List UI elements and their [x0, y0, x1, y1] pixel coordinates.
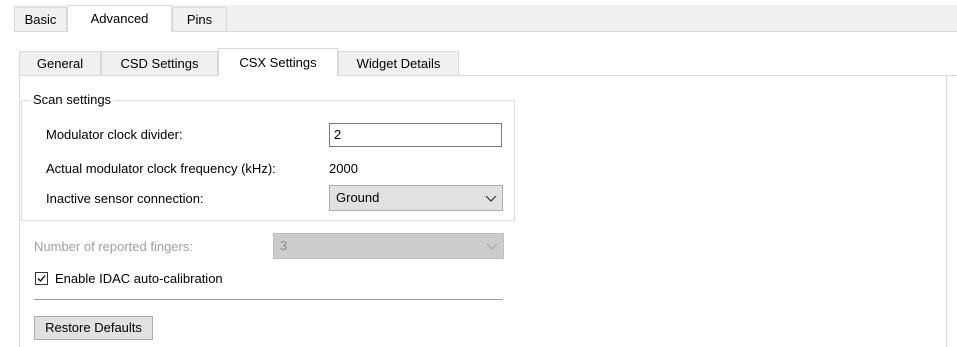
scan-settings-title: Scan settings	[30, 92, 115, 108]
tab-basic[interactable]: Basic	[14, 7, 67, 31]
sub-tab-strip-divider	[19, 75, 956, 76]
inactive-sensor-select[interactable]: Ground	[329, 185, 503, 211]
tab-general[interactable]: General	[19, 51, 101, 75]
sub-panel-left-border	[19, 75, 20, 347]
chevron-down-icon	[484, 186, 498, 210]
chevron-down-icon	[485, 234, 499, 258]
restore-defaults-button[interactable]: Restore Defaults	[34, 316, 153, 340]
modulator-divider-input[interactable]: 2	[329, 123, 502, 147]
inactive-sensor-value: Ground	[336, 190, 380, 205]
actual-frequency-value: 2000	[329, 161, 358, 176]
tab-widget-details[interactable]: Widget Details	[338, 51, 459, 75]
actual-frequency-label: Actual modulator clock frequency (kHz):	[46, 161, 276, 176]
properties-window: Basic Advanced Pins General CSD Settings…	[0, 0, 957, 347]
reported-fingers-select[interactable]: 3	[273, 233, 504, 259]
reported-fingers-value: 3	[280, 238, 288, 253]
tab-pins[interactable]: Pins	[172, 7, 227, 31]
idac-autocalibration-checkbox[interactable]	[35, 272, 48, 285]
inactive-sensor-label: Inactive sensor connection:	[46, 191, 204, 206]
tab-advanced[interactable]: Advanced	[67, 5, 172, 32]
reported-fingers-label: Number of reported fingers:	[34, 239, 193, 254]
tab-csx-settings[interactable]: CSX Settings	[218, 48, 338, 76]
separator	[34, 299, 503, 300]
tab-csd-settings[interactable]: CSD Settings	[101, 51, 218, 75]
modulator-divider-label: Modulator clock divider:	[46, 127, 183, 142]
checkmark-icon	[37, 275, 46, 282]
idac-autocalibration-label[interactable]: Enable IDAC auto-calibration	[55, 271, 223, 287]
sub-panel-right-border	[946, 75, 947, 347]
